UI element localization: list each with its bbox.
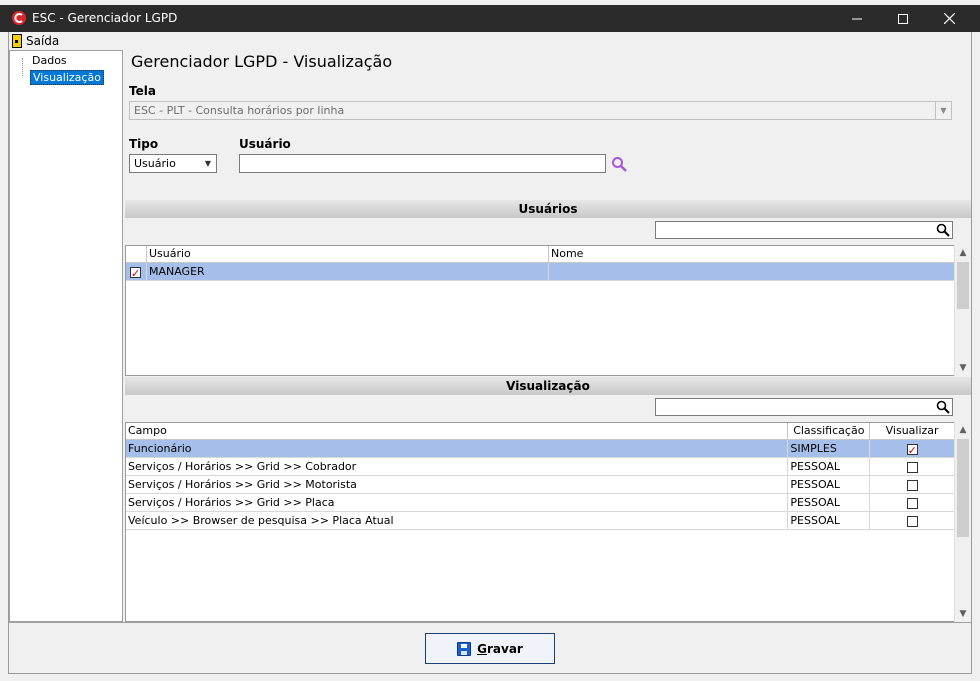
search-icon[interactable] [936,223,950,237]
table-row[interactable]: Veículo >> Browser de pesquisa >> Placa … [126,512,954,530]
gravar-label: Gravar [477,641,523,656]
cell-classificacao: PESSOAL [788,458,871,475]
chevron-down-icon: ▼ [204,159,212,168]
search-usuario-icon[interactable] [611,156,627,172]
cell-campo: Serviços / Horários >> Grid >> Placa [126,494,789,511]
table-row[interactable]: Funcionário SIMPLES [126,440,954,458]
column-header-check [126,246,147,263]
tipo-label: Tipo [129,137,159,151]
usuarios-section-header: Usuários [125,200,971,218]
checkbox-unchecked-icon[interactable] [906,515,918,527]
scroll-up-icon[interactable]: ▲ [955,422,971,438]
column-header-nome[interactable]: Nome [549,246,954,263]
scroll-thumb[interactable] [957,262,969,309]
visualizacao-grid: Campo Classificação Visualizar Funcionár… [125,422,955,622]
checkbox-unchecked-icon[interactable] [906,461,918,473]
search-icon[interactable] [936,400,950,414]
minimize-button[interactable] [834,5,880,32]
visualizacao-scrollbar[interactable]: ▲ ▼ [954,422,971,622]
navigation-tree: Dados Visualização [9,50,123,622]
scroll-up-icon[interactable]: ▲ [955,245,971,261]
column-header-classificacao[interactable]: Classificação [788,423,871,440]
table-row[interactable]: Serviços / Horários >> Grid >> Cobrador P… [126,458,954,476]
maximize-button[interactable] [880,5,926,32]
menu-saida-label: Saída [26,34,60,48]
visualizacao-section-header: Visualização [125,377,971,395]
column-header-usuario[interactable]: Usuário [147,246,549,263]
window-title: ESC - Gerenciador LGPD [32,11,178,25]
cell-visualizar[interactable] [870,494,954,511]
gravar-button[interactable]: Gravar [425,633,555,664]
cell-campo: Veículo >> Browser de pesquisa >> Placa … [126,512,789,529]
table-row[interactable]: Serviços / Horários >> Grid >> Motorista… [126,476,954,494]
row-checkbox-cell[interactable] [126,263,147,280]
cell-visualizar[interactable] [870,476,954,493]
usuario-label: Usuário [239,137,291,151]
divider [9,622,971,623]
cell-classificacao: PESSOAL [788,494,871,511]
page-title: Gerenciador LGPD - Visualização [131,52,393,71]
visualizacao-grid-header: Campo Classificação Visualizar [126,423,954,440]
tipo-select[interactable]: Usuário ▼ [129,154,217,173]
checkbox-unchecked-icon[interactable] [906,497,918,509]
content-panel: Gerenciador LGPD - Visualização Tela ESC… [124,50,971,622]
title-bar: ESC - Gerenciador LGPD [0,5,980,32]
column-header-visualizar[interactable]: Visualizar [870,423,954,440]
tipo-value: Usuário [134,157,176,170]
checkbox-checked-icon[interactable] [130,265,141,280]
cell-classificacao: PESSOAL [788,512,871,529]
column-header-campo[interactable]: Campo [126,423,789,440]
cell-classificacao: SIMPLES [788,440,871,457]
tree-item-dados[interactable]: Dados [30,54,69,67]
table-row[interactable]: Serviços / Horários >> Grid >> Placa PESS… [126,494,954,512]
cell-classificacao: PESSOAL [788,476,871,493]
minimize-icon [852,18,862,19]
tela-value: ESC - PLT - Consulta horários por linha [134,104,345,117]
scroll-thumb[interactable] [957,439,969,537]
menu-bar: Saída [9,32,971,50]
chevron-down-icon: ▼ [935,102,951,119]
maximize-icon [898,13,908,24]
main-window: Saída Dados Visualização Gerenciador LGP… [8,32,972,674]
usuario-input[interactable] [239,154,606,173]
cell-campo: Funcionário [126,440,789,457]
table-row[interactable]: MANAGER [126,263,954,281]
cell-campo: Serviços / Horários >> Grid >> Cobrador [126,458,789,475]
cell-visualizar[interactable] [870,440,954,457]
cell-campo: Serviços / Horários >> Grid >> Motorista [126,476,789,493]
exit-door-icon [12,34,22,48]
checkbox-unchecked-icon[interactable] [906,479,918,491]
tela-label: Tela [129,84,156,98]
cell-usuario: MANAGER [147,263,549,280]
scroll-down-icon[interactable]: ▼ [955,360,971,376]
menu-saida[interactable]: Saída [12,34,59,48]
usuarios-filter-input[interactable] [655,221,953,239]
scroll-down-icon[interactable]: ▼ [955,606,971,622]
cell-nome [549,263,954,280]
checkbox-checked-icon[interactable] [906,442,918,457]
app-logo-icon [12,11,26,25]
visualizacao-filter-input[interactable] [655,398,953,416]
close-icon [943,13,955,24]
usuarios-grid: Usuário Nome MANAGER [125,245,955,376]
cell-visualizar[interactable] [870,512,954,529]
tree-item-visualizacao[interactable]: Visualização [30,70,104,85]
tela-select[interactable]: ESC - PLT - Consulta horários por linha … [129,101,952,120]
tree-connector [22,58,23,76]
usuarios-grid-header: Usuário Nome [126,246,954,263]
save-disk-icon [457,641,472,656]
cell-visualizar[interactable] [870,458,954,475]
close-button[interactable] [926,5,972,32]
usuarios-scrollbar[interactable]: ▲ ▼ [954,245,971,376]
